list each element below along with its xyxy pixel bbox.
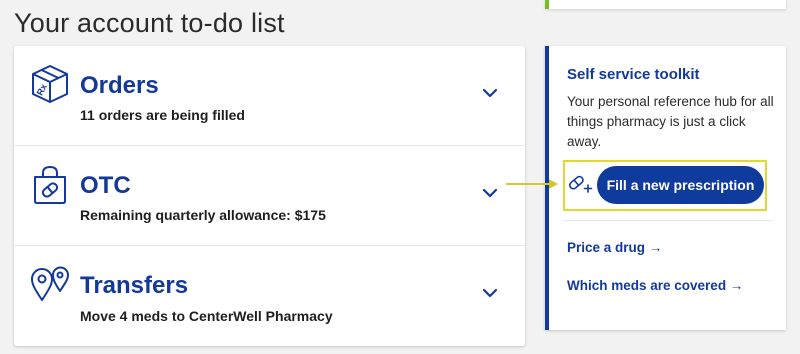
chevron-down-icon[interactable] — [482, 88, 498, 98]
toolkit-description: Your personal reference hub for all thin… — [567, 94, 774, 149]
otc-title: OTC — [80, 172, 131, 199]
fill-prescription-button[interactable]: Fill a new prescription — [597, 166, 764, 204]
transfers-subtitle: Move 4 meds to CenterWell Pharmacy — [80, 308, 333, 324]
toolkit-title: Self service toolkit — [567, 66, 700, 83]
annotation-arrow-icon — [506, 179, 558, 189]
shopping-bag-pill-icon — [34, 166, 66, 204]
transfers-title: Transfers — [80, 272, 189, 299]
prescription-box-icon: Rx — [32, 65, 68, 103]
todo-row-orders[interactable]: Rx Orders 11 orders are being filled — [14, 46, 525, 146]
toolkit-divider — [563, 220, 773, 221]
covered-meds-link[interactable]: Which meds are covered → — [567, 278, 743, 293]
todo-row-otc[interactable]: OTC Remaining quarterly allowance: $175 — [14, 146, 525, 246]
chevron-down-icon[interactable] — [482, 188, 498, 198]
location-pins-icon — [31, 266, 69, 301]
page-title: Your account to-do list — [14, 8, 285, 38]
previous-card-edge — [545, 0, 786, 9]
pill-plus-icon — [569, 175, 593, 193]
otc-subtitle: Remaining quarterly allowance: $175 — [80, 207, 326, 223]
orders-subtitle: 11 orders are being filled — [80, 107, 245, 123]
todo-row-transfers[interactable]: Transfers Move 4 meds to CenterWell Phar… — [14, 246, 525, 346]
orders-title: Orders — [80, 72, 159, 99]
todo-list-card: Rx Orders 11 orders are being filled OTC… — [14, 46, 525, 346]
chevron-down-icon[interactable] — [482, 288, 498, 298]
price-drug-link[interactable]: Price a drug → — [567, 240, 662, 255]
